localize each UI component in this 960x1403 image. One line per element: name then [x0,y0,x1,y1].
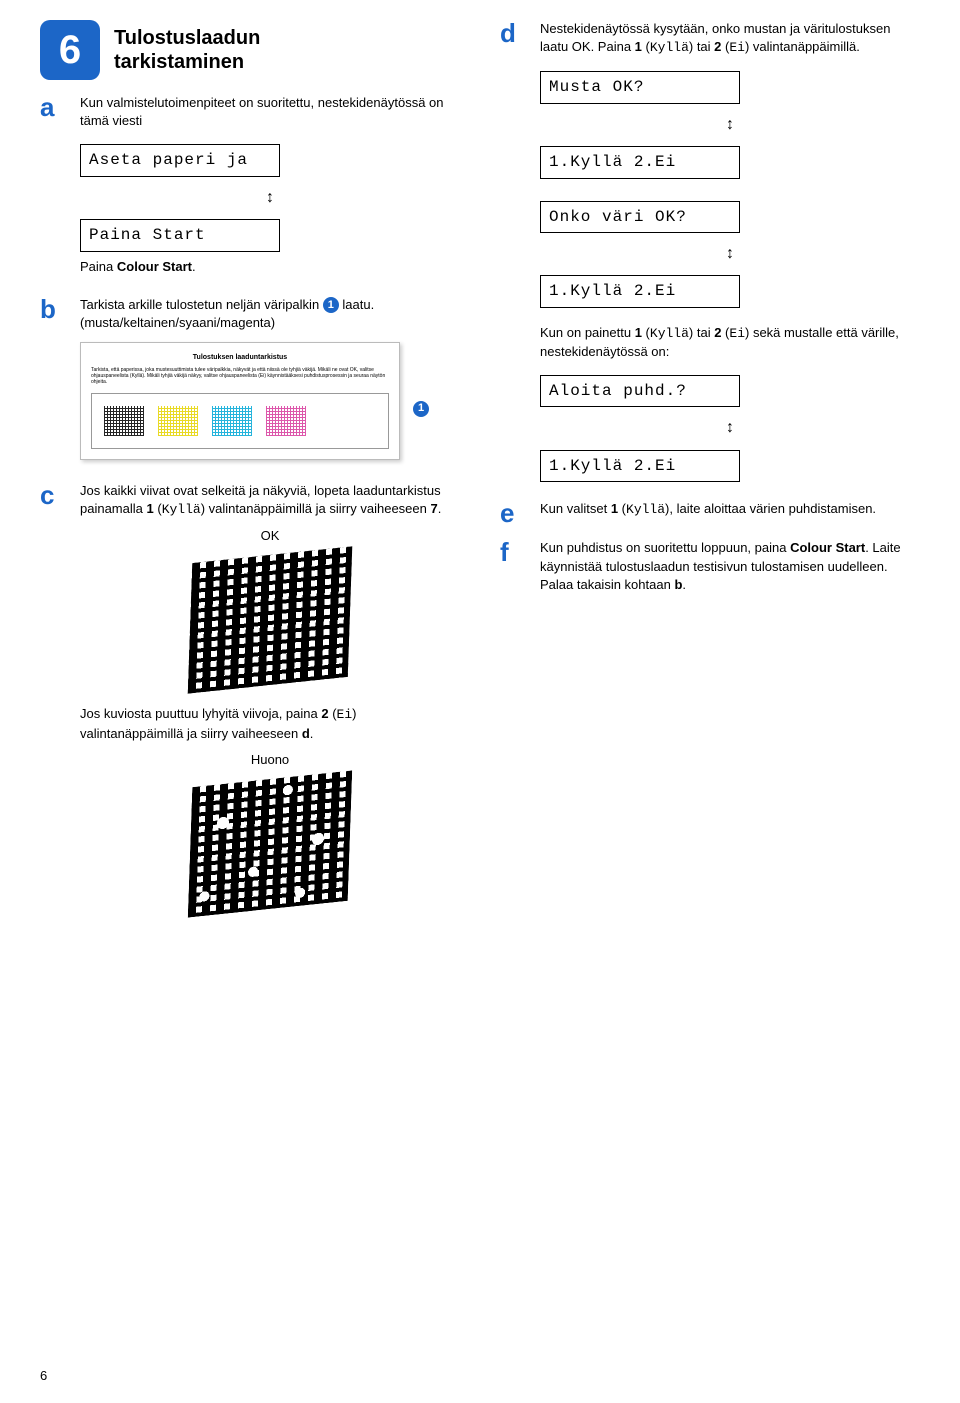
substep-letter-c: c [40,482,64,508]
ok-label: OK [80,527,460,545]
step-header: 6 Tulostuslaadun tarkistaminen [40,20,460,80]
step-title: Tulostuslaadun tarkistaminen [114,20,260,74]
d-a-m2: ) tai [689,325,714,340]
d-mono1: Kyllä [650,40,689,55]
lcd-onko-vari-ok: Onko väri OK? [540,201,740,233]
left-column: 6 Tulostuslaadun tarkistaminen a Kun val… [40,20,460,941]
e-pre: Kun valitset [540,501,611,516]
d-a-mono1: Kyllä [650,326,689,341]
d-m2: ) tai [689,39,714,54]
page-columns: 6 Tulostuslaadun tarkistaminen a Kun val… [40,20,920,941]
c-t2-post: . [310,726,314,741]
substep-letter-d: d [500,20,524,46]
c-t2-pre: Jos kuviosta puuttuu lyhyitä viivoja, pa… [80,706,321,721]
c-t2-m1: ( [329,706,337,721]
lcd-kylla-ei-1: 1.Kyllä 2.Ei [540,146,740,178]
test-sheet-figure: Tulostuksen laaduntarkistus Tarkista, et… [80,342,400,460]
d-a-mono2: Ei [729,326,745,341]
d-post: ) valintanäppäimillä. [745,39,860,54]
c-t1-b1: 1 [147,501,154,516]
d-m1: ( [642,39,650,54]
test-sheet-callout: 1 [413,399,429,417]
e-b1: 1 [611,501,618,516]
lcd-musta-ok: Musta OK? [540,71,740,103]
a-text: Kun valmistelutoimenpiteet on suoritettu… [80,94,460,130]
swatch-magenta [266,406,306,436]
right-column: d Nestekidenäytössä kysytään, onko musta… [500,20,920,941]
a-paina-bold: Colour Start [117,259,192,274]
page-number: 6 [40,1368,47,1383]
b-text-pre: Tarkista arkille tulostetun neljän värip… [80,297,323,312]
substep-f: f Kun puhdistus on suoritettu loppuun, p… [500,539,920,602]
swatch-yellow [158,406,198,436]
c-t1-m2: ) valintanäppäimillä ja siirry vaiheesee… [201,501,431,516]
c-t2-bstep: d [302,726,310,741]
substep-e: e Kun valitset 1 (Kyllä), laite aloittaa… [500,500,920,527]
substep-f-body: Kun puhdistus on suoritettu loppuun, pai… [540,539,920,602]
d-mono2: Ei [729,40,745,55]
test-sheet-title: Tulostuksen laaduntarkistus [91,353,389,363]
d-after-text: Kun on painettu 1 (Kyllä) tai 2 (Ei) sek… [540,324,920,361]
c-t1-mono1: Kyllä [162,502,201,517]
c-t2-b1: 2 [321,706,328,721]
c-text2: Jos kuviosta puuttuu lyhyitä viivoja, pa… [80,705,460,742]
lcd-kylla-ei-2: 1.Kyllä 2.Ei [540,275,740,307]
substep-d-body: Nestekidenäytössä kysytään, onko mustan … [540,20,920,488]
a-paina-pre: Paina [80,259,117,274]
substep-letter-f: f [500,539,524,565]
swatch-black [104,406,144,436]
substep-c: c Jos kaikki viivat ovat selkeitä ja näk… [40,482,460,929]
substep-letter-a: a [40,94,64,120]
lcd-aseta-paperi: Aseta paperi ja [80,144,280,176]
e-text: Kun valitset 1 (Kyllä), laite aloittaa v… [540,500,920,519]
step-title-line2: tarkistaminen [114,51,244,73]
d-a-pre: Kun on painettu [540,325,635,340]
callout-1-inline: 1 [323,297,339,313]
c-text1: Jos kaikki viivat ovat selkeitä ja näkyv… [80,482,460,519]
swatch-cyan [212,406,252,436]
substep-b-body: Tarkista arkille tulostetun neljän värip… [80,296,460,470]
substep-e-body: Kun valitset 1 (Kyllä), laite aloittaa v… [540,500,920,527]
lcd-aloita-puhd: Aloita puhd.? [540,375,740,407]
updown-icon: ↕ [540,114,920,136]
substep-a: a Kun valmistelutoimenpiteet on suoritet… [40,94,460,284]
nozzle-pattern-ok [188,547,353,694]
substep-d: d Nestekidenäytössä kysytään, onko musta… [500,20,920,488]
substep-a-body: Kun valmistelutoimenpiteet on suoritettu… [80,94,460,284]
lcd-paina-start: Paina Start [80,219,280,251]
step-title-line1: Tulostuslaadun [114,27,260,49]
f-post: . [682,577,686,592]
lcd-kylla-ei-3: 1.Kyllä 2.Ei [540,450,740,482]
d-text: Nestekidenäytössä kysytään, onko mustan … [540,20,920,57]
e-post: ), laite aloittaa värien puhdistamisen. [665,501,876,516]
substep-letter-b: b [40,296,64,322]
test-sheet-swatches [91,393,389,449]
huono-label: Huono [80,751,460,769]
d-a-m1: ( [642,325,650,340]
e-mono1: Kyllä [626,502,665,517]
d-a-b1: 1 [635,325,642,340]
substep-letter-e: e [500,500,524,526]
callout-1-figure: 1 [413,401,429,417]
f-text: Kun puhdistus on suoritettu loppuun, pai… [540,539,920,594]
substep-b: b Tarkista arkille tulostetun neljän vär… [40,296,460,470]
c-t1-m1: ( [154,501,162,516]
step-number-badge: 6 [40,20,100,80]
f-bold: Colour Start [790,540,865,555]
nozzle-pattern-bad [188,770,353,917]
c-t1-b2: 7 [430,501,437,516]
e-m1: ( [618,501,626,516]
c-t1-post: . [438,501,442,516]
updown-icon: ↕ [540,243,920,265]
b-text: Tarkista arkille tulostetun neljän värip… [80,296,460,332]
substep-c-body: Jos kaikki viivat ovat selkeitä ja näkyv… [80,482,460,929]
a-paina-post: . [192,259,196,274]
c-t2-mono1: Ei [337,707,353,722]
a-paina-colour: Paina Colour Start. [80,258,460,276]
f-pre: Kun puhdistus on suoritettu loppuun, pai… [540,540,790,555]
d-b1: 1 [635,39,642,54]
updown-icon: ↕ [80,187,460,209]
updown-icon: ↕ [540,417,920,439]
test-sheet-body: Tarkista, että paperissa, joka mustesuut… [91,367,389,385]
